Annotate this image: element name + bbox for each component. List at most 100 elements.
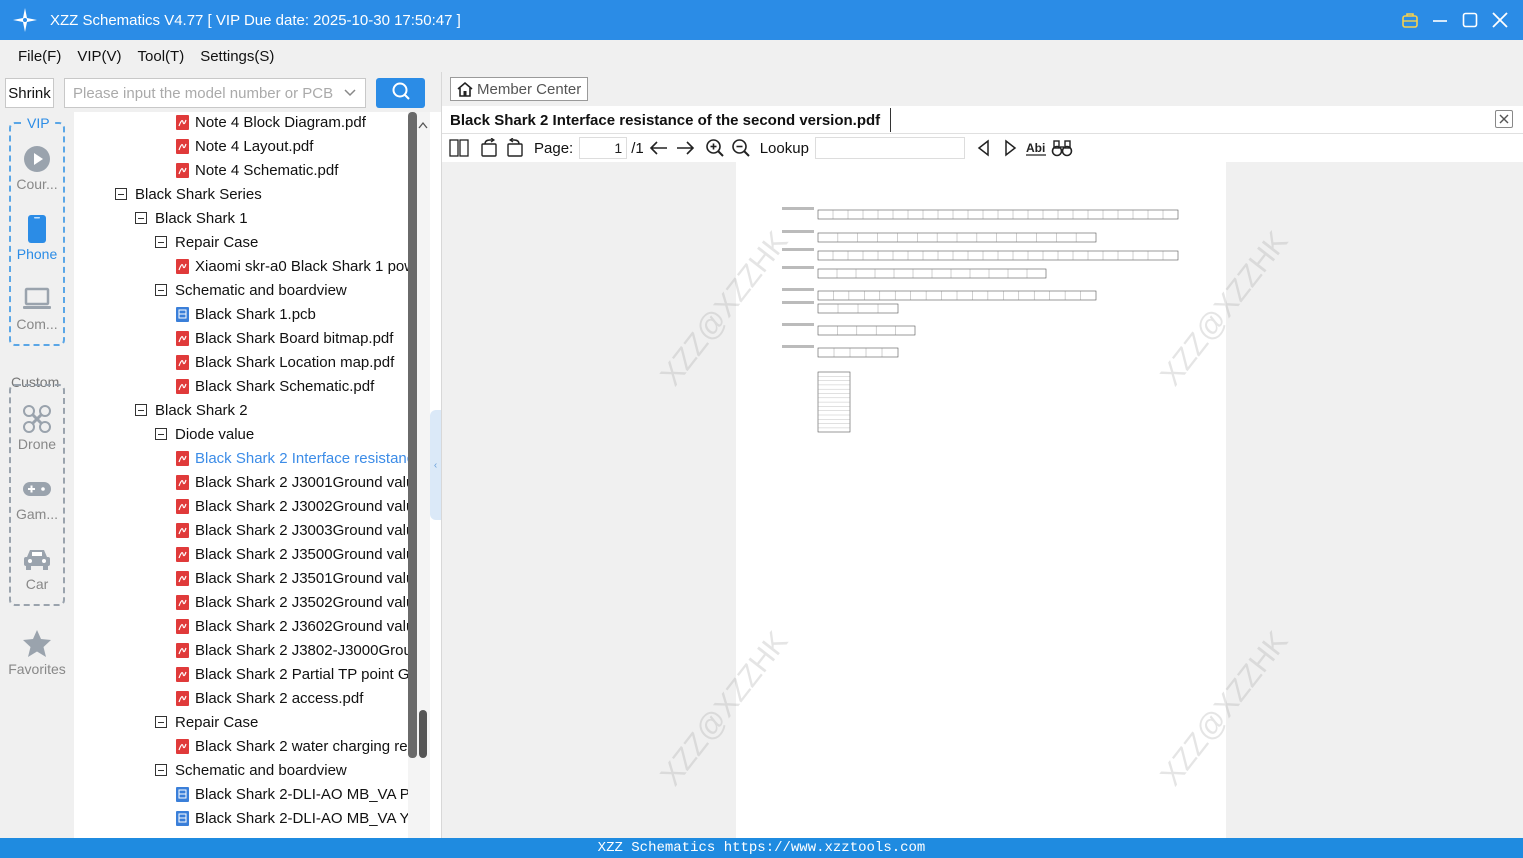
- pdf-row-label: [782, 207, 814, 210]
- tree-item-label: Black Shark Series: [135, 185, 262, 203]
- sidebar-item-computer[interactable]: Com...: [0, 284, 74, 332]
- find-next-icon[interactable]: [999, 137, 1021, 159]
- tree-item-label: Black Shark 1: [155, 209, 248, 227]
- tree-folder[interactable]: Repair Case: [155, 710, 258, 734]
- pcb-file-icon: [176, 810, 189, 826]
- collapse-toggle-icon[interactable]: [135, 212, 147, 224]
- vip-bag-icon[interactable]: [1399, 9, 1421, 31]
- shrink-button[interactable]: Shrink: [5, 78, 54, 108]
- zoom-in-icon[interactable]: [704, 137, 726, 159]
- lookup-input[interactable]: [814, 137, 965, 159]
- tree-file[interactable]: Black Shark 2 J3003Ground valu: [176, 518, 408, 542]
- tree-file[interactable]: Black Shark Location map.pdf: [176, 350, 394, 374]
- sidebar-item-drone[interactable]: Drone: [0, 404, 74, 452]
- minimize-icon[interactable]: [1429, 9, 1451, 31]
- star-icon: [22, 629, 52, 659]
- tree-folder[interactable]: Black Shark 2: [135, 398, 248, 422]
- two-page-view-icon[interactable]: [448, 137, 470, 159]
- tree-file[interactable]: Black Shark Board bitmap.pdf: [176, 326, 393, 350]
- tree-item-label: Black Shark 2: [155, 401, 248, 419]
- tree-folder[interactable]: Diode value: [155, 422, 254, 446]
- drone-icon: [22, 404, 52, 434]
- collapse-toggle-icon[interactable]: [155, 284, 167, 296]
- close-tab-icon[interactable]: [1495, 110, 1513, 128]
- tree-file[interactable]: Note 4 Block Diagram.pdf: [176, 112, 366, 134]
- tree-folder[interactable]: Schematic and boardview: [155, 278, 347, 302]
- member-center-button[interactable]: Member Center: [450, 77, 588, 101]
- sidebar-item-games[interactable]: Gam...: [0, 474, 74, 522]
- tree-file[interactable]: Black Shark 2-DLI-AO MB_VA P: [176, 782, 408, 806]
- scroll-thumb[interactable]: [419, 710, 427, 758]
- sidebar-item-phone[interactable]: Phone: [0, 214, 74, 262]
- tree-file[interactable]: Xiaomi skr-a0 Black Shark 1 pow: [176, 254, 408, 278]
- tree-item-label: Black Shark 2 J3602Ground valu: [195, 617, 408, 635]
- pcb-file-icon: [176, 786, 189, 802]
- binoculars-icon[interactable]: [1051, 137, 1073, 159]
- tree-file[interactable]: Black Shark 2 J3002Ground valu: [176, 494, 408, 518]
- tree-item-label: Xiaomi skr-a0 Black Shark 1 pow: [195, 257, 408, 275]
- tree-file[interactable]: Black Shark 2 access.pdf: [176, 686, 363, 710]
- tree-file[interactable]: Black Shark 2 Partial TP point G: [176, 662, 408, 686]
- collapse-toggle-icon[interactable]: [155, 716, 167, 728]
- pdf-viewer[interactable]: XZZ@XZZHK XZZ@XZZHK XZZ@XZZHK XZZ@XZZHK: [442, 162, 1523, 838]
- tree-folder[interactable]: Black Shark 1: [135, 206, 248, 230]
- tree-folder[interactable]: Repair Case: [155, 230, 258, 254]
- tree-file[interactable]: Black Shark 2 J3502Ground valu: [176, 590, 408, 614]
- sidebar-item-courses[interactable]: Cour...: [0, 144, 74, 192]
- tree-file[interactable]: Black Shark 2 J3500Ground valu: [176, 542, 408, 566]
- menu-vip[interactable]: VIP(V): [77, 48, 121, 65]
- document-tab[interactable]: Black Shark 2 Interface resistance of th…: [450, 108, 892, 132]
- close-icon[interactable]: [1489, 9, 1511, 31]
- tree-folder[interactable]: Schematic and boardview: [155, 758, 347, 782]
- tree-file[interactable]: Black Shark 2 J3501Ground valu: [176, 566, 408, 590]
- rotate-left-icon[interactable]: [478, 137, 500, 159]
- sidebar-item-favorites[interactable]: Favorites: [0, 629, 74, 677]
- tree-item-label: Black Shark Location map.pdf: [195, 353, 395, 371]
- collapse-panel-handle[interactable]: ‹: [430, 410, 441, 520]
- scroll-up-icon[interactable]: [418, 116, 428, 134]
- pdf-file-icon: [176, 666, 189, 682]
- tree-file[interactable]: Black Shark 2 Interface resistanc: [176, 446, 408, 470]
- rotate-right-icon[interactable]: [504, 137, 526, 159]
- app-logo-icon: [12, 7, 38, 33]
- member-center-label: Member Center: [477, 80, 582, 98]
- maximize-icon[interactable]: [1459, 9, 1481, 31]
- collapse-toggle-icon[interactable]: [115, 188, 127, 200]
- tree-folder[interactable]: Black Shark Series: [115, 182, 262, 206]
- tree-item-label: Black Shark 2 access.pdf: [195, 689, 364, 707]
- sidebar-item-label: Com...: [16, 316, 58, 332]
- pdf-row-label: [782, 301, 814, 304]
- tree-file[interactable]: Note 4 Layout.pdf: [176, 134, 313, 158]
- search-button[interactable]: [376, 78, 425, 108]
- chevron-down-icon[interactable]: [343, 85, 357, 103]
- previous-page-icon[interactable]: [648, 137, 670, 159]
- next-page-icon[interactable]: [674, 137, 696, 159]
- tree-item-label: Repair Case: [175, 713, 259, 731]
- menu-settings[interactable]: Settings(S): [200, 48, 274, 65]
- pdf-file-icon: [176, 618, 189, 634]
- tree-file[interactable]: Black Shark 2-DLI-AO MB_VA Y: [176, 806, 408, 830]
- menu-tool[interactable]: Tool(T): [138, 48, 185, 65]
- page-number-input[interactable]: 1: [579, 137, 628, 159]
- tree-file[interactable]: Black Shark 2 J3602Ground valu: [176, 614, 408, 638]
- match-case-icon[interactable]: Abi: [1025, 137, 1047, 159]
- collapse-toggle-icon[interactable]: [155, 236, 167, 248]
- tree-file[interactable]: Black Shark 2 J3001Ground valu: [176, 470, 408, 494]
- collapse-toggle-icon[interactable]: [135, 404, 147, 416]
- collapse-toggle-icon[interactable]: [155, 428, 167, 440]
- tree-file[interactable]: Note 4 Schematic.pdf: [176, 158, 338, 182]
- tree-file[interactable]: Black Shark Schematic.pdf: [176, 374, 374, 398]
- menu-file[interactable]: File(F): [18, 48, 61, 65]
- tree-file[interactable]: Black Shark 2 water charging re: [176, 734, 408, 758]
- tree-file[interactable]: Black Shark 2 J3802-J3000Grour: [176, 638, 408, 662]
- search-input[interactable]: Please input the model number or PCB: [64, 78, 366, 108]
- vip-label: VIP: [25, 115, 52, 131]
- pdf-file-icon: [176, 474, 189, 490]
- sidebar-item-car[interactable]: Car: [0, 544, 74, 592]
- tree-scrollbar[interactable]: [408, 112, 430, 838]
- gamepad-icon: [22, 474, 52, 504]
- tree-file[interactable]: Black Shark 1.pcb: [176, 302, 316, 326]
- collapse-toggle-icon[interactable]: [155, 764, 167, 776]
- zoom-out-icon[interactable]: [730, 137, 752, 159]
- find-previous-icon[interactable]: [973, 137, 995, 159]
